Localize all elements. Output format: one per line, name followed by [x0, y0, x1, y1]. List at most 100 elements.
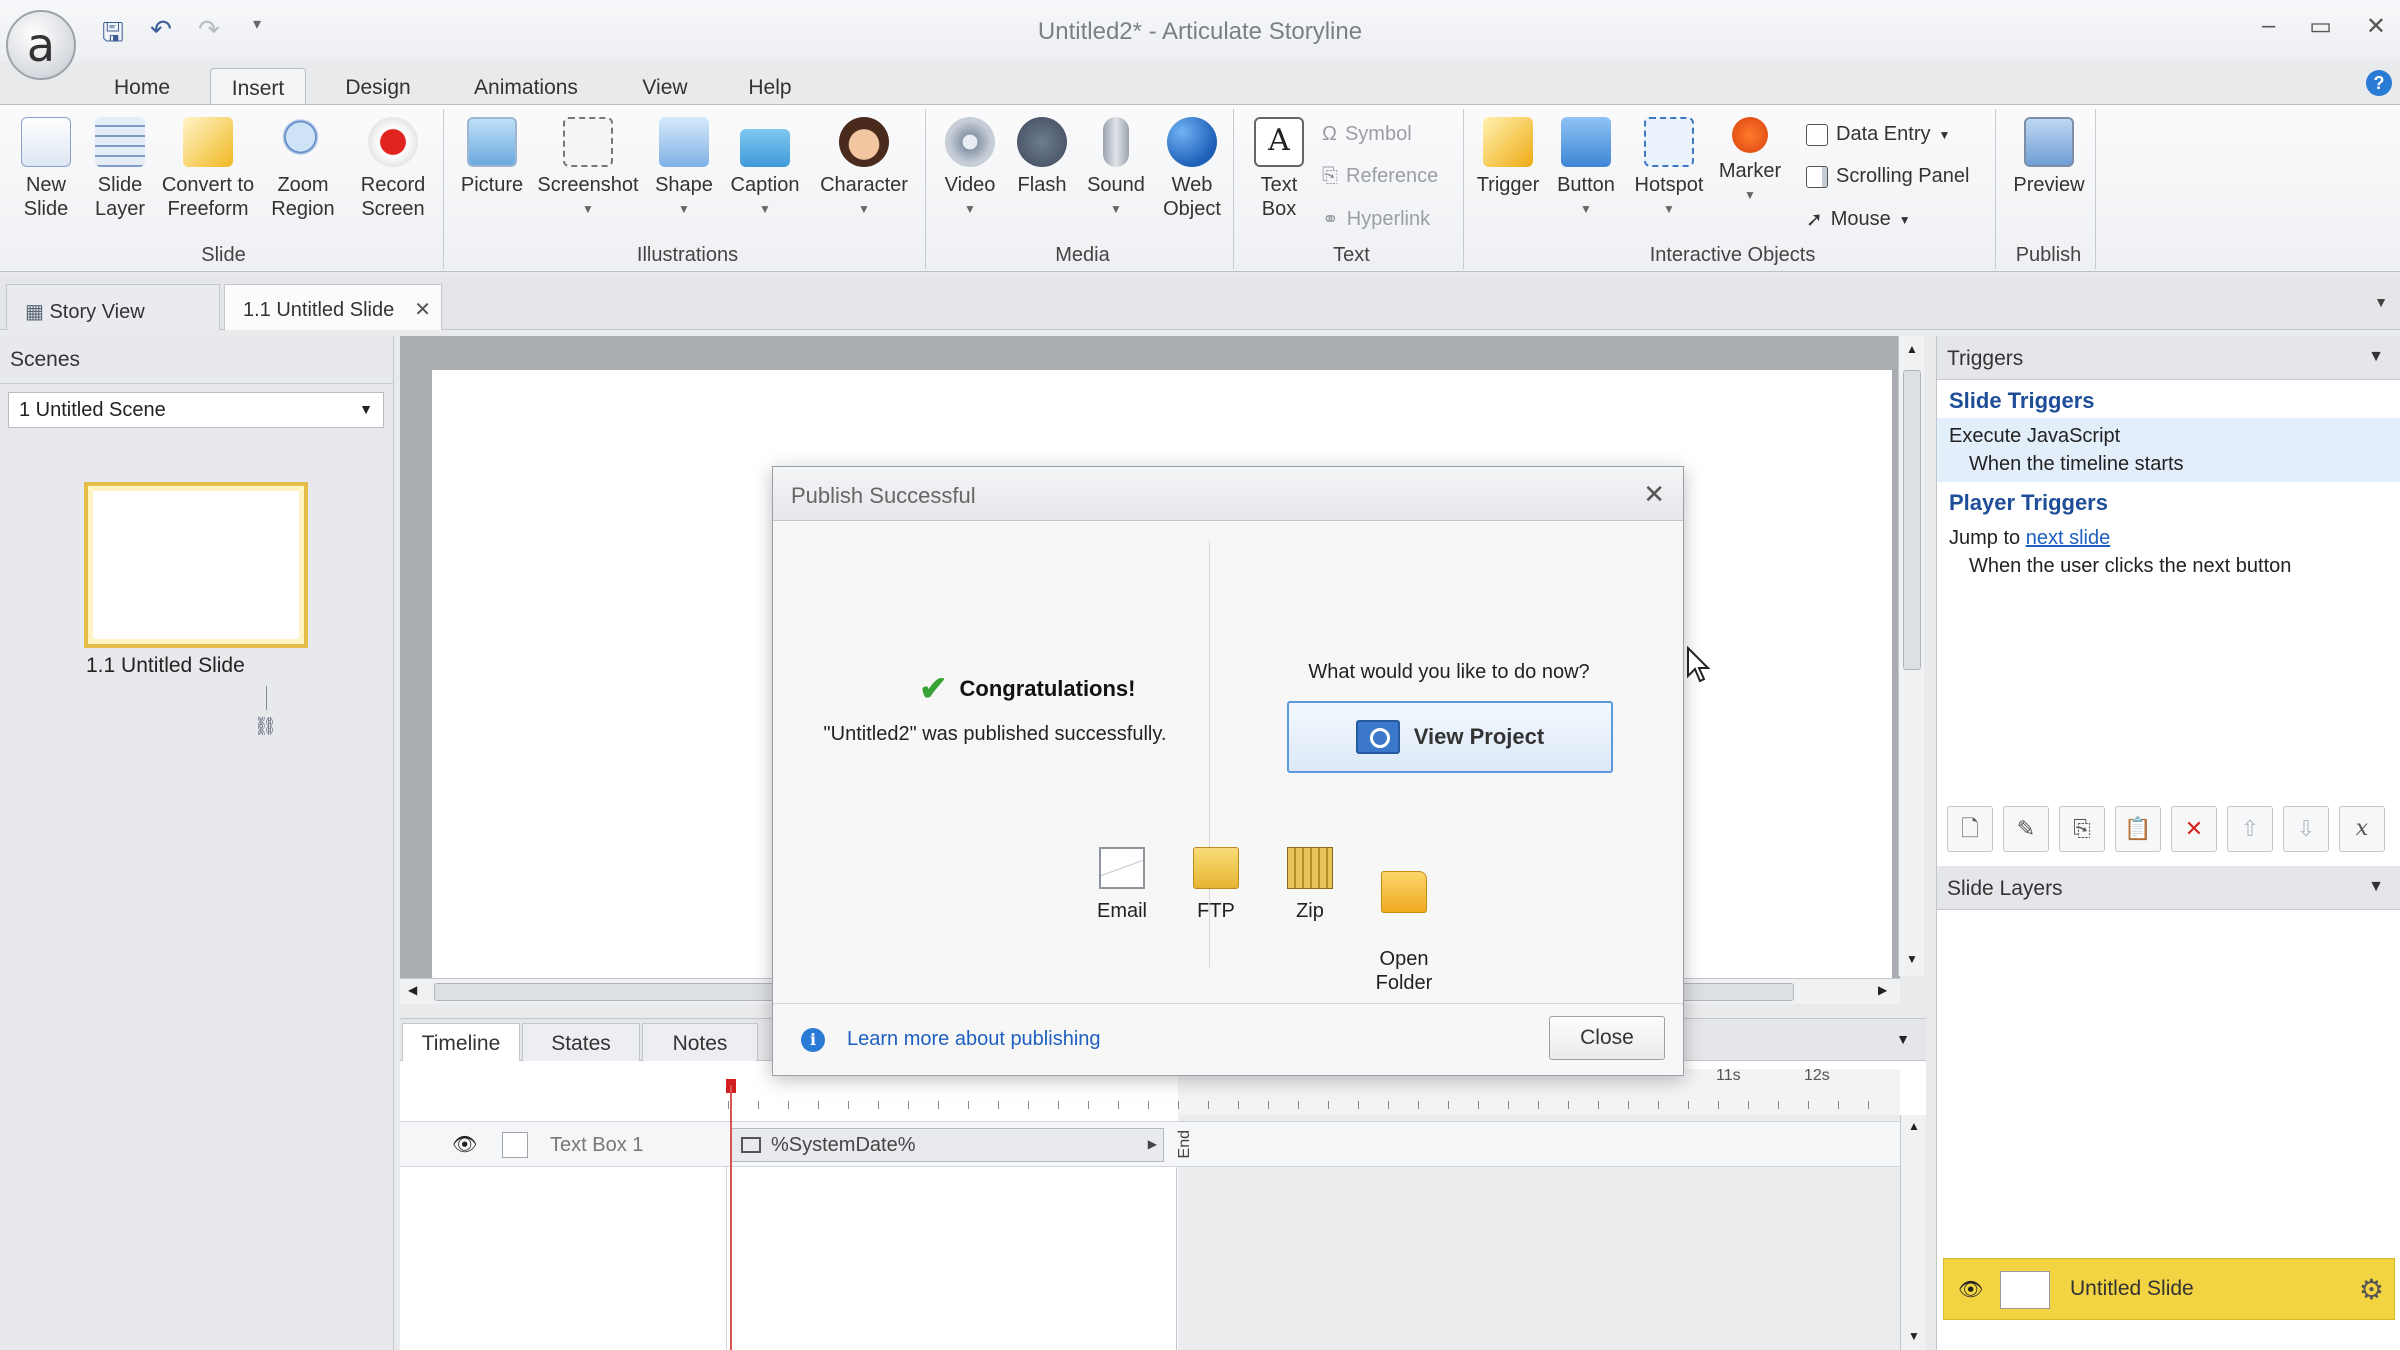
- data-entry-button[interactable]: Data Entry ▼: [1806, 123, 1950, 146]
- reference-button[interactable]: ⎘ Reference: [1322, 165, 1438, 188]
- zoom-region-button[interactable]: Zoom Region: [260, 117, 346, 221]
- tab-design[interactable]: Design: [330, 68, 426, 106]
- edit-trigger-icon[interactable]: ✎: [2003, 806, 2049, 852]
- marker-button[interactable]: Marker ▼: [1710, 117, 1790, 207]
- scroll-down-icon[interactable]: ▼: [1908, 1329, 1920, 1343]
- web-object-button[interactable]: Web Object: [1152, 117, 1232, 221]
- scroll-down-icon[interactable]: ▼: [1906, 952, 1918, 966]
- tab-animations[interactable]: Animations: [456, 68, 596, 106]
- mouse-button[interactable]: ➚ Mouse ▼: [1806, 207, 1911, 232]
- scrolling-panel-button[interactable]: Scrolling Panel: [1806, 165, 1969, 188]
- scroll-right-icon[interactable]: ▶: [1878, 983, 1887, 997]
- tab-home[interactable]: Home: [96, 68, 188, 106]
- scene-dropdown[interactable]: 1 Untitled Scene ▼: [8, 392, 384, 428]
- tab-states[interactable]: States: [522, 1023, 640, 1061]
- lock-checkbox[interactable]: [502, 1132, 528, 1158]
- timeline-vertical-scrollbar[interactable]: ▲ ▼: [1900, 1115, 1926, 1350]
- zip-archive-icon: [1287, 847, 1333, 889]
- scroll-left-icon[interactable]: ◀: [408, 983, 417, 997]
- minimize-icon[interactable]: –: [2262, 12, 2275, 41]
- character-button[interactable]: Character ▼: [812, 117, 916, 221]
- publish-message: "Untitled2" was published successfully.: [823, 723, 1167, 745]
- dropdown-arrow-icon: ▼: [964, 202, 976, 216]
- scrolling-panel-label: Scrolling Panel: [1836, 165, 1970, 187]
- view-project-button[interactable]: View Project: [1287, 701, 1613, 773]
- sound-button[interactable]: Sound ▼: [1076, 117, 1156, 221]
- close-button[interactable]: Close: [1549, 1016, 1665, 1060]
- copy-trigger-icon[interactable]: ⎘: [2059, 806, 2105, 852]
- globe-icon: [1167, 117, 1217, 167]
- chevron-down-icon[interactable]: ▼: [2368, 878, 2384, 896]
- screenshot-button[interactable]: Screenshot ▼: [534, 117, 642, 221]
- next-slide-link[interactable]: next slide: [2026, 527, 2111, 549]
- zip-option[interactable]: Zip: [1265, 847, 1355, 923]
- tab-story-view[interactable]: ▦ Story View: [6, 284, 220, 330]
- tabs-overflow-icon[interactable]: ▼: [2374, 294, 2388, 310]
- new-trigger-icon[interactable]: 🗋: [1947, 806, 1993, 852]
- character-icon: [839, 117, 889, 167]
- symbol-button[interactable]: Ω Symbol: [1322, 123, 1412, 146]
- tab-untitled-slide[interactable]: 1.1 Untitled Slide ✕: [224, 284, 442, 330]
- canvas-vertical-scrollbar[interactable]: ▲ ▼: [1898, 336, 1924, 976]
- button-button[interactable]: Button ▼: [1546, 117, 1626, 221]
- app-logo-button[interactable]: a: [6, 10, 76, 80]
- scroll-up-icon[interactable]: ▲: [1908, 1119, 1920, 1133]
- slide-layer-button[interactable]: Slide Layer: [80, 117, 160, 221]
- slide-layers-header[interactable]: Slide Layers ▼: [1937, 866, 2400, 910]
- tab-help[interactable]: Help: [730, 68, 810, 106]
- timeline-object-bar[interactable]: %SystemDate% ▶: [730, 1128, 1164, 1162]
- triggers-header[interactable]: Triggers ▼: [1937, 336, 2400, 380]
- record-screen-button[interactable]: Record Screen: [348, 117, 438, 221]
- help-icon[interactable]: ?: [2366, 70, 2392, 96]
- tab-notes[interactable]: Notes: [642, 1023, 758, 1061]
- open-folder-option[interactable]: Open Folder: [1359, 847, 1449, 995]
- shape-button[interactable]: Shape ▼: [642, 117, 726, 221]
- timeline-row[interactable]: 👁 Text Box 1 %SystemDate% ▶ End: [400, 1121, 1900, 1167]
- ftp-option[interactable]: FTP: [1171, 847, 1261, 923]
- ribbon-group-interactive-objects: Trigger Button ▼ Hotspot ▼ Marker ▼ Data…: [1470, 109, 1996, 269]
- visibility-eye-icon[interactable]: 👁: [1958, 1277, 1983, 1302]
- base-layer-item[interactable]: 👁 Untitled Slide ⚙: [1943, 1258, 2395, 1320]
- scrollbar-thumb[interactable]: [1903, 370, 1921, 670]
- close-tab-icon[interactable]: ✕: [414, 297, 431, 322]
- visibility-eye-icon[interactable]: 👁: [452, 1132, 477, 1157]
- close-window-icon[interactable]: ✕: [2366, 12, 2386, 41]
- chevron-down-icon[interactable]: ▼: [2368, 348, 2384, 366]
- move-down-icon[interactable]: ⇩: [2283, 806, 2329, 852]
- picture-button[interactable]: Picture: [450, 117, 534, 197]
- dropdown-arrow-icon: ▼: [858, 202, 870, 216]
- hotspot-button[interactable]: Hotspot ▼: [1626, 117, 1712, 221]
- close-icon[interactable]: ✕: [1643, 479, 1665, 510]
- tab-view[interactable]: View: [622, 68, 708, 106]
- player-trigger-item[interactable]: Jump to next slide When the user clicks …: [1937, 520, 2400, 584]
- paste-trigger-icon[interactable]: 📋: [2115, 806, 2161, 852]
- video-button[interactable]: Video ▼: [932, 117, 1008, 221]
- preview-label: Preview: [2013, 174, 2085, 196]
- marker-icon: [1732, 117, 1768, 153]
- email-option[interactable]: Email: [1077, 847, 1167, 923]
- text-box-icon: [741, 1137, 761, 1153]
- collapse-timeline-icon[interactable]: ▼: [1896, 1031, 1910, 1047]
- slide-trigger-item[interactable]: Execute JavaScript When the timeline sta…: [1937, 418, 2400, 482]
- maximize-icon[interactable]: ▭: [2309, 12, 2332, 41]
- move-up-icon[interactable]: ⇧: [2227, 806, 2273, 852]
- new-slide-button[interactable]: New Slide: [6, 117, 86, 221]
- convert-to-freeform-button[interactable]: Convert to Freeform: [152, 117, 264, 221]
- preview-button[interactable]: Preview: [2006, 117, 2092, 197]
- trigger-button[interactable]: Trigger: [1470, 117, 1546, 197]
- caption-button[interactable]: Caption ▼: [720, 117, 810, 221]
- gear-icon[interactable]: ⚙: [2359, 1273, 2384, 1306]
- slide-thumbnail[interactable]: [84, 482, 308, 648]
- variables-icon[interactable]: x: [2339, 806, 2385, 852]
- flash-button[interactable]: Flash: [1004, 117, 1080, 197]
- open-folder-label: Open Folder: [1375, 948, 1433, 994]
- hyperlink-button[interactable]: ⚭ Hyperlink: [1322, 207, 1430, 232]
- learn-more-link[interactable]: Learn more about publishing: [847, 1028, 1101, 1051]
- tab-timeline[interactable]: Timeline: [402, 1023, 520, 1061]
- timeline-end-marker[interactable]: End: [1176, 1130, 1194, 1158]
- text-box-button[interactable]: A Text Box: [1242, 117, 1316, 221]
- symbol-label: Symbol: [1344, 123, 1412, 145]
- scroll-up-icon[interactable]: ▲: [1906, 342, 1918, 356]
- delete-trigger-icon[interactable]: ✕: [2171, 806, 2217, 852]
- tab-insert[interactable]: Insert: [210, 68, 306, 106]
